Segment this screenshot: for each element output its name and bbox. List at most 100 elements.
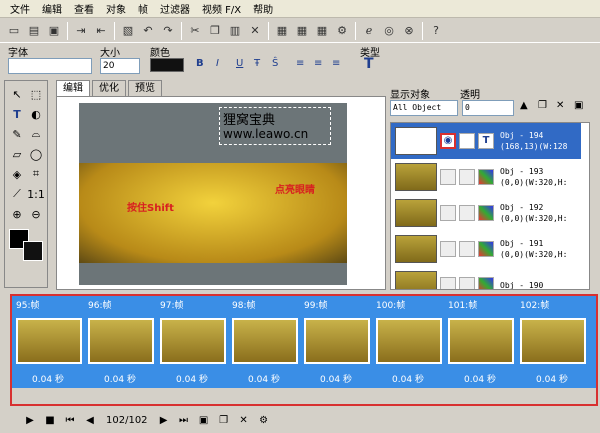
align-center-icon[interactable]: ≡ <box>314 58 322 69</box>
underline-button[interactable]: U <box>236 58 243 69</box>
text-style-icon[interactable]: Ŧ <box>254 58 260 69</box>
eye-cell[interactable] <box>440 241 456 257</box>
frame-thumb[interactable]: 101:帧 0.04 秒 <box>444 296 516 388</box>
frame-thumb[interactable]: 96:帧 0.04 秒 <box>84 296 156 388</box>
redo-icon[interactable]: ↷ <box>159 22 177 40</box>
new-file-icon[interactable]: ▭ <box>5 22 23 40</box>
lock-cell[interactable] <box>459 277 475 289</box>
ellipse-tool-icon[interactable]: ◯ <box>27 145 45 163</box>
list-item[interactable]: Obj - 191 (0,0)(W:320,H: <box>391 231 581 267</box>
lock-cell[interactable] <box>459 133 475 149</box>
lock-cell[interactable] <box>459 205 475 221</box>
lasso-tool-icon[interactable]: ⌓ <box>27 125 45 143</box>
prev-frame-icon[interactable]: ◀ <box>82 413 98 429</box>
globe-icon[interactable]: ◎ <box>380 22 398 40</box>
browser-preview-icon[interactable]: ℯ <box>360 22 378 40</box>
frame-thumb[interactable]: 97:帧 0.04 秒 <box>156 296 228 388</box>
menu-frame[interactable]: 帧 <box>132 1 154 16</box>
list-item[interactable]: Obj - 190 <box>391 267 581 289</box>
delete-frame-icon[interactable]: ✕ <box>236 413 252 429</box>
italic-button[interactable]: I <box>216 58 219 69</box>
frame-thumb[interactable]: 100:帧 0.04 秒 <box>372 296 444 388</box>
menu-view[interactable]: 查看 <box>68 1 100 16</box>
text-tool-icon[interactable]: T <box>8 105 26 123</box>
lock-cell[interactable] <box>459 241 475 257</box>
actual-size-icon[interactable]: 1:1 <box>27 185 45 203</box>
text-type-icon[interactable]: T <box>364 56 374 72</box>
close-circle-icon[interactable]: ⊗ <box>400 22 418 40</box>
cut-icon[interactable]: ✂ <box>186 22 204 40</box>
eyedropper-tool-icon[interactable]: ⟋ <box>8 185 26 203</box>
frame-tool-icon[interactable]: ▦ <box>273 22 291 40</box>
eye-cell[interactable] <box>440 277 456 289</box>
frame-thumb[interactable]: 102:帧 0.04 秒 <box>516 296 588 388</box>
frame-tool-2-icon[interactable]: ▦ <box>293 22 311 40</box>
rotate-tool-icon[interactable]: ◐ <box>27 105 45 123</box>
stop-icon[interactable]: ■ <box>42 413 58 429</box>
insert-image-icon[interactable]: ▧ <box>119 22 137 40</box>
tab-optimize[interactable]: 优化 <box>92 80 126 96</box>
undo-icon[interactable]: ↶ <box>139 22 157 40</box>
last-frame-icon[interactable]: ⏭ <box>176 413 192 429</box>
lock-cell[interactable] <box>459 169 475 185</box>
eye-icon[interactable]: ◉ <box>440 133 456 149</box>
font-select[interactable] <box>8 58 92 74</box>
list-item[interactable]: Obj - 193 (0,0)(W:320,H: <box>391 159 581 195</box>
eye-cell[interactable] <box>440 169 456 185</box>
align-left-icon[interactable]: ≡ <box>296 58 304 69</box>
menu-edit[interactable]: 编辑 <box>36 1 68 16</box>
timeline-scrollbar[interactable] <box>12 388 596 404</box>
color-swatch[interactable] <box>150 58 184 72</box>
list-item[interactable]: Obj - 192 (0,0)(W:320,H: <box>391 195 581 231</box>
next-frame-icon[interactable]: ▶ <box>156 413 172 429</box>
layer-delete-icon[interactable]: ✕ <box>556 100 564 111</box>
eye-cell[interactable] <box>440 205 456 221</box>
settings-icon[interactable]: ⚙ <box>333 22 351 40</box>
copy-icon[interactable]: ❐ <box>206 22 224 40</box>
menu-filter[interactable]: 过滤器 <box>154 1 196 16</box>
save-icon[interactable]: ▣ <box>45 22 63 40</box>
arrow-select-icon[interactable]: ↖ <box>8 85 26 103</box>
layer-up-icon[interactable]: ▲ <box>520 100 528 111</box>
marquee-select-icon[interactable]: ⬚ <box>27 85 45 103</box>
strike-icon[interactable]: Ŝ <box>272 58 278 69</box>
opacity-spinner[interactable]: 0 <box>462 100 514 116</box>
list-item[interactable]: ◉ T Obj - 194 (168,13)(W:128 <box>391 123 581 159</box>
tab-edit[interactable]: 编辑 <box>56 80 90 96</box>
import-icon[interactable]: ⇥ <box>72 22 90 40</box>
add-frame-icon[interactable]: ▣ <box>196 413 212 429</box>
delete-icon[interactable]: ✕ <box>246 22 264 40</box>
play-icon[interactable]: ▶ <box>22 413 38 429</box>
frame-tool-3-icon[interactable]: ▦ <box>313 22 331 40</box>
menu-object[interactable]: 对象 <box>100 1 132 16</box>
tab-preview[interactable]: 预览 <box>128 80 162 96</box>
first-frame-icon[interactable]: ⏮ <box>62 413 78 429</box>
frame-thumb[interactable]: 95:帧 0.04 秒 <box>12 296 84 388</box>
export-icon[interactable]: ⇤ <box>92 22 110 40</box>
align-right-icon[interactable]: ≡ <box>332 58 340 69</box>
layer-properties-icon[interactable]: ▣ <box>574 100 583 111</box>
background-color[interactable] <box>23 241 43 261</box>
help-pointer-icon[interactable]: ? <box>427 22 445 40</box>
menu-file[interactable]: 文件 <box>4 1 36 16</box>
size-select[interactable]: 20 <box>100 58 140 74</box>
layer-copy-icon[interactable]: ❐ <box>538 100 547 111</box>
frame-thumb[interactable]: 98:帧 0.04 秒 <box>228 296 300 388</box>
canvas-image[interactable]: 狸窝宝典 www.leawo.cn 点亮眼睛 按住Shift <box>79 103 347 285</box>
watermark-title: 狸窝宝典 <box>223 113 276 128</box>
duplicate-frame-icon[interactable]: ❐ <box>216 413 232 429</box>
fill-tool-icon[interactable]: ◈ <box>8 165 26 183</box>
menu-video-fx[interactable]: 视频 F/X <box>196 1 247 16</box>
frame-properties-icon[interactable]: ⚙ <box>256 413 272 429</box>
object-filter-select[interactable]: All Object <box>390 100 458 116</box>
zoom-out-icon[interactable]: ⊖ <box>27 205 45 223</box>
frame-thumb[interactable]: 99:帧 0.04 秒 <box>300 296 372 388</box>
bold-button[interactable]: B <box>196 58 204 69</box>
paste-icon[interactable]: ▥ <box>226 22 244 40</box>
brush-tool-icon[interactable]: ✎ <box>8 125 26 143</box>
eraser-tool-icon[interactable]: ▱ <box>8 145 26 163</box>
menu-help[interactable]: 帮助 <box>247 1 279 16</box>
zoom-in-icon[interactable]: ⊕ <box>8 205 26 223</box>
crop-tool-icon[interactable]: ⌗ <box>27 165 45 183</box>
open-folder-icon[interactable]: ▤ <box>25 22 43 40</box>
